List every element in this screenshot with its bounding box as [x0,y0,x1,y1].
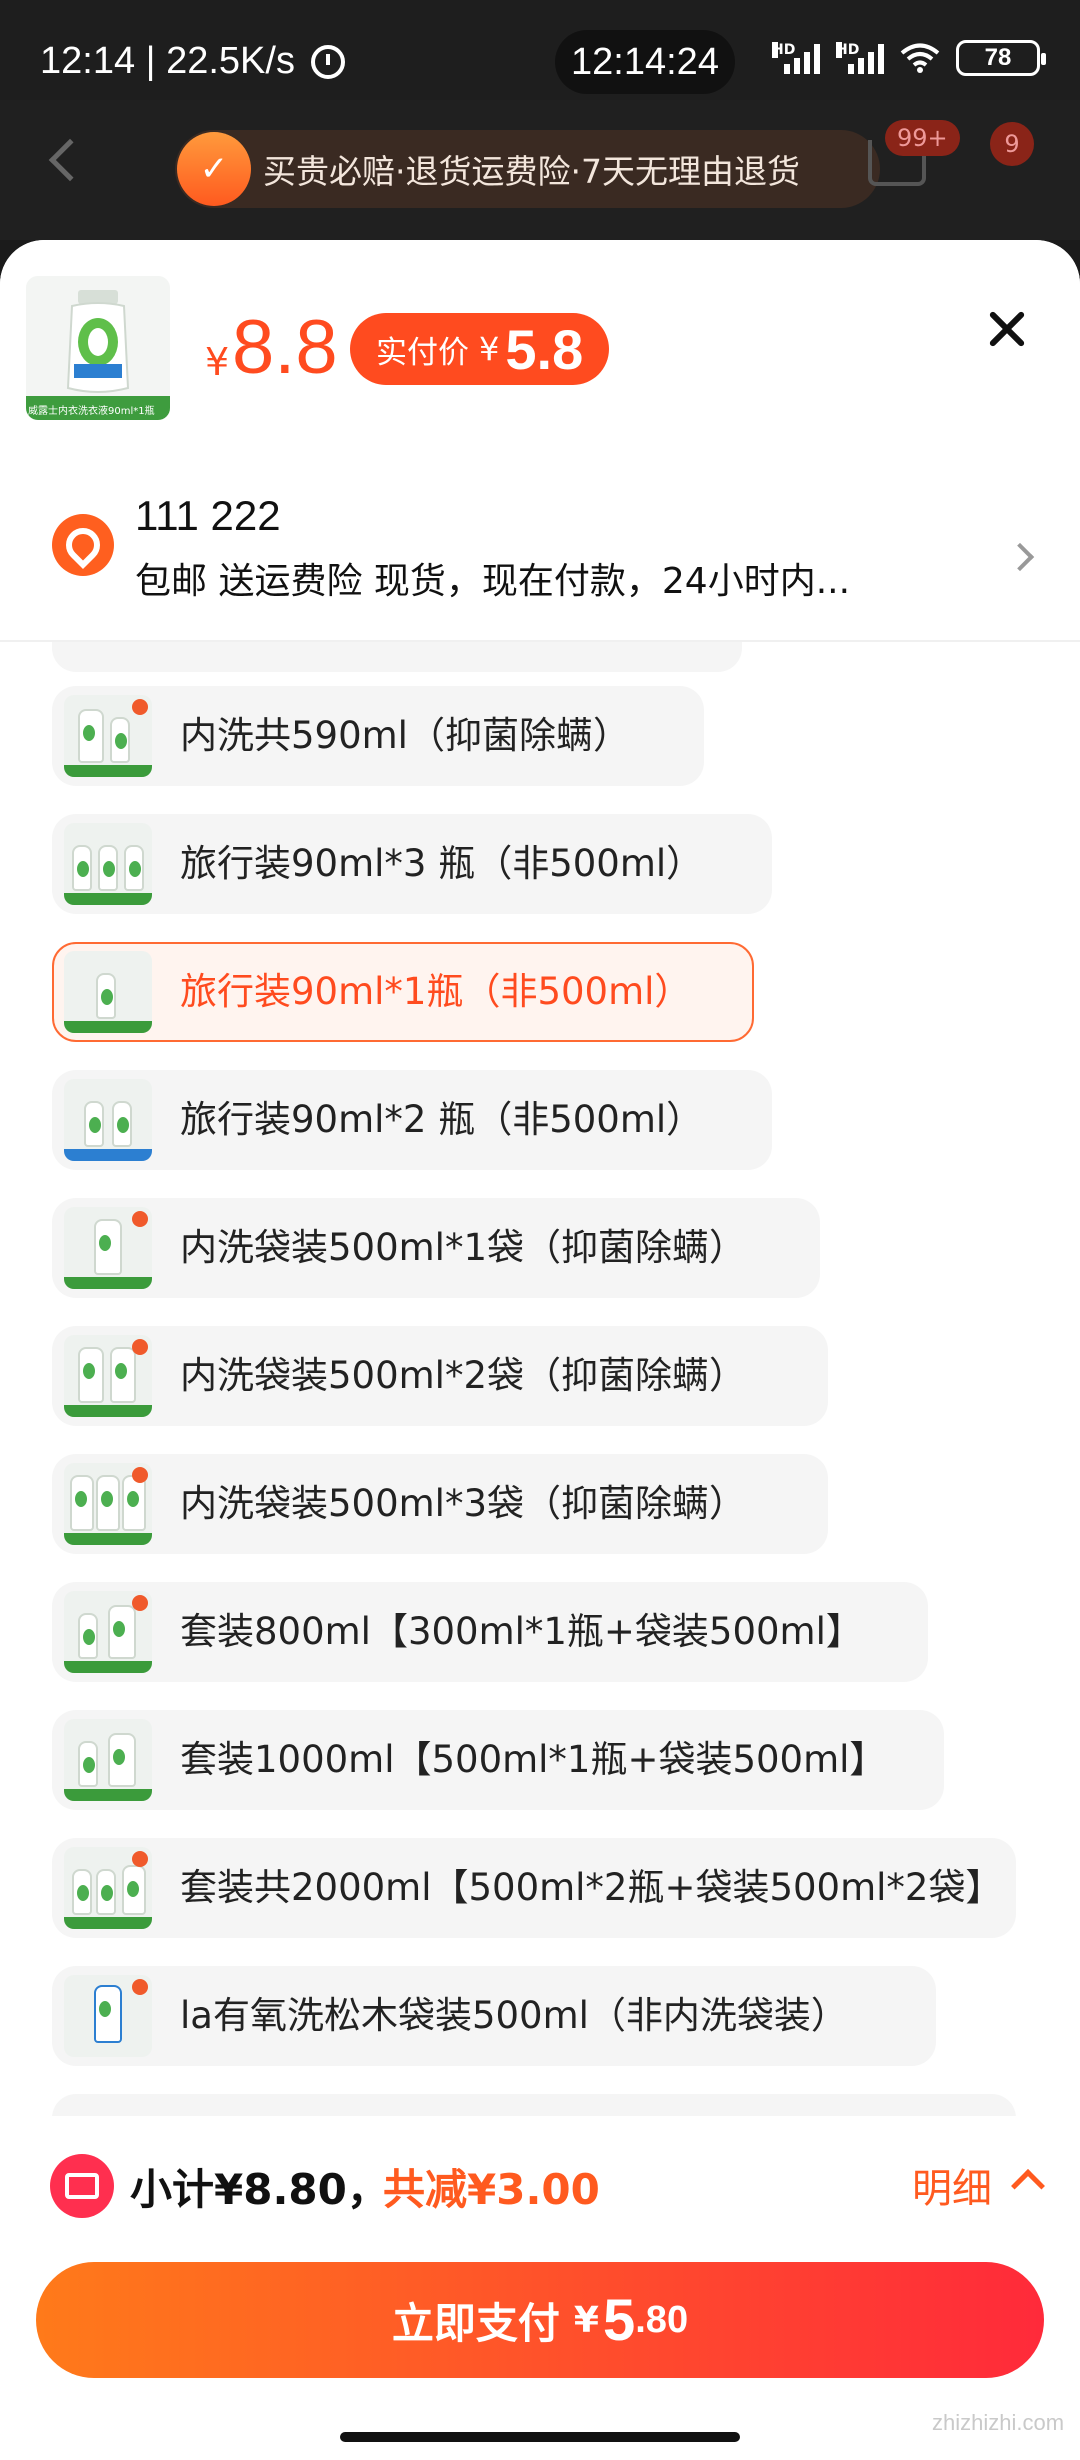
option-label: 内洗袋装500ml*3袋（抑菌除螨） [180,1482,746,1525]
sku-options-list: 内洗共590ml（抑菌除螨） 旅行装90ml*3 瓶（非500ml） 旅行装90… [0,612,1080,2362]
status-bar: 12:14 | 22.5K/s 12:14:24 HD HD 78 [0,0,1080,100]
option-label: 套装800ml【300ml*1瓶+袋装500ml】 [180,1610,863,1653]
wifi-icon [900,43,940,73]
pay-amount-integer: 5 [602,2287,636,2353]
option-label: 旅行装90ml*3 瓶（非500ml） [180,842,704,885]
option-thumb [64,1591,152,1673]
pay-now-button[interactable]: 立即支付 ¥ 5 .80 [36,2262,1044,2378]
battery-icon: 78 [956,40,1046,76]
option-item[interactable]: 旅行装90ml*2 瓶（非500ml） [52,1070,772,1170]
subtotal: 小计¥8.80， [130,2165,389,2214]
status-time-speed: 12:14 | 22.5K/s [40,40,295,82]
address-name: 111 222 [135,492,281,539]
pay-amount-decimal: .80 [635,2298,689,2341]
detail-link[interactable]: 明细 [912,2156,992,2214]
location-icon [52,514,114,576]
actual-price-badge: 实付价 ¥ 5.8 [350,313,610,385]
chevron-up-icon[interactable] [1011,2169,1045,2203]
home-indicator[interactable] [340,2432,740,2442]
signal-icon: HD [772,42,820,74]
option-item[interactable]: 内洗共590ml（抑菌除螨） [52,686,704,786]
actual-price-value: 5.8 [505,317,584,381]
back-icon[interactable] [48,138,92,182]
watermark: zhizhizhi.com [932,2410,1065,2435]
option-label: 套装共2000ml【500ml*2瓶+袋装500ml*2袋】 [180,1866,1003,1909]
option-thumb [64,1335,152,1417]
product-thumbnail[interactable]: 威露士内衣洗衣液90ml*1瓶 [26,276,170,420]
coupon-icon [50,2154,114,2218]
status-left: 12:14 | 22.5K/s [40,40,345,83]
option-thumb [64,695,152,777]
alarm-icon [310,44,345,79]
signal-icon-2: HD [836,42,884,74]
actual-price-currency: ¥ [479,330,500,368]
close-icon[interactable] [980,300,1040,360]
option-thumb [64,1975,152,2057]
option-label: 内洗袋装500ml*2袋（抑菌除螨） [180,1354,746,1397]
option-item[interactable]: 内洗袋装500ml*1袋（抑菌除螨） [52,1198,820,1298]
option-thumb [64,1463,152,1545]
sheet-header: 威露士内衣洗衣液90ml*1瓶 ¥ 8.8 实付价 ¥ 5.8 111 222 … [0,240,1080,642]
option-thumb [64,1847,152,1929]
option-item[interactable]: 旅行装90ml*3 瓶（非500ml） [52,814,772,914]
option-thumb [64,823,152,905]
actual-price-label: 实付价 [376,334,469,371]
option-item[interactable]: 套装共2000ml【500ml*2瓶+袋装500ml*2袋】 [52,1838,1016,1938]
option-item[interactable]: 套装1000ml【500ml*1瓶+袋装500ml】 [52,1710,944,1810]
option-thumb [64,1719,152,1801]
shield-icon: ✓ [177,132,251,206]
chevron-right-icon [1005,542,1035,572]
app-header: ✓ 买贵必赔·退货运费险·7天无理由退货 99+ 9 [0,100,1080,240]
option-label: 旅行装90ml*2 瓶（非500ml） [180,1098,704,1141]
cart-badge: 99+ [885,120,960,156]
price: 8.8 [232,305,338,390]
checkout-bar: 小计¥8.80， 共减¥3.00 明细 立即支付 ¥ 5 .80 [0,2116,1080,2460]
option-item-selected[interactable]: 旅行装90ml*1瓶（非500ml） [52,942,754,1042]
guarantee-text: 买贵必赔·退货运费险·7天无理由退货 [263,152,800,191]
option-thumb [64,951,152,1033]
option-label: 内洗袋装500ml*1袋（抑菌除螨） [180,1226,746,1269]
status-clock: 12:14:24 [555,30,735,94]
message-badge: 9 [990,122,1034,166]
discount-total: 共减¥3.00 [383,2165,600,2214]
price-currency: ¥ [205,340,230,384]
product-image [26,276,170,420]
pay-currency: ¥ [573,2299,599,2341]
option-thumb [64,1207,152,1289]
status-right: HD HD 78 [772,40,1046,76]
option-label: 内洗共590ml（抑菌除螨） [180,714,630,757]
option-item[interactable]: 套装800ml【300ml*1瓶+袋装500ml】 [52,1582,928,1682]
option-thumb [64,1079,152,1161]
product-thumb-caption: 威露士内衣洗衣液90ml*1瓶 [28,406,155,417]
option-item[interactable]: 内洗袋装500ml*3袋（抑菌除螨） [52,1454,828,1554]
option-label: 套装1000ml【500ml*1瓶+袋装500ml】 [180,1738,887,1781]
address-row[interactable]: 111 222 包邮 送运费险 现货，现在付款，24小时内... [0,452,1080,622]
option-label: 旅行装90ml*1瓶（非500ml） [180,970,692,1013]
guarantee-banner: ✓ 买贵必赔·退货运费险·7天无理由退货 [175,130,880,208]
address-detail: 包邮 送运费险 现货，现在付款，24小时内... [135,561,851,602]
pay-label: 立即支付 [391,2298,560,2348]
option-item[interactable]: 内洗袋装500ml*2袋（抑菌除螨） [52,1326,828,1426]
option-label: la有氧洗松木袋装500ml（非内洗袋装） [180,1994,848,2037]
option-item[interactable]: la有氧洗松木袋装500ml（非内洗袋装） [52,1966,936,2066]
